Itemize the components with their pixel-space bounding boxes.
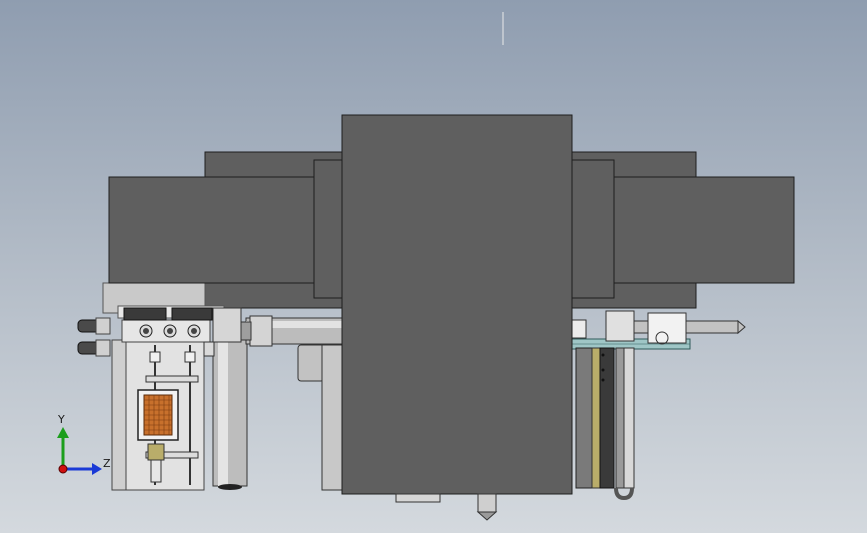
- front-housing: [341, 114, 573, 495]
- z-axis-label: Z: [103, 457, 111, 470]
- nozzle: [477, 493, 497, 513]
- right-column: [575, 347, 595, 489]
- 3d-viewport[interactable]: Y Z: [0, 0, 867, 533]
- cad-model: [77, 12, 795, 521]
- bent-tube: [614, 487, 634, 501]
- y-axis-label: Y: [58, 413, 65, 426]
- brass-connector: [147, 443, 165, 461]
